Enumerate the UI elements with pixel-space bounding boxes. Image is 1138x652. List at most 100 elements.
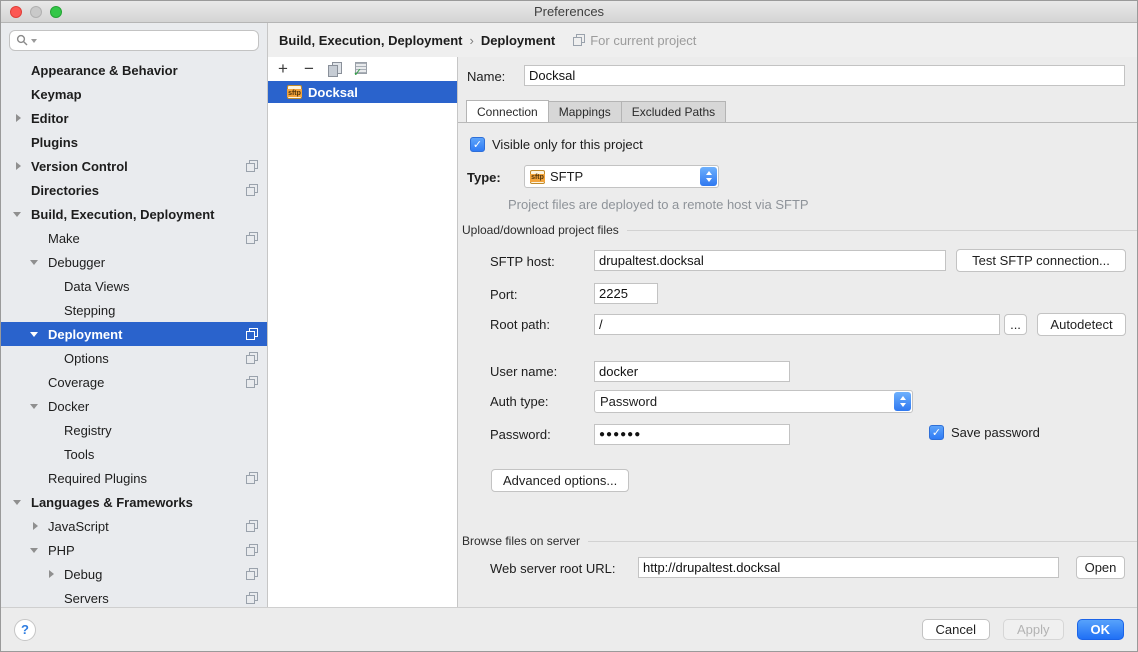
sidebar-item-directories[interactable]: Directories	[1, 178, 267, 202]
expand-arrow-down-icon[interactable]	[13, 208, 31, 221]
auth-type-value: Password	[600, 394, 657, 409]
sidebar-item-label: Docker	[48, 399, 258, 414]
server-list: Docksal	[268, 81, 457, 103]
sidebar-item-registry[interactable]: Registry	[1, 418, 267, 442]
sidebar-item-build-execution-deployment[interactable]: Build, Execution, Deployment	[1, 202, 267, 226]
save-password-checkbox[interactable]	[929, 425, 944, 440]
sidebar-item-label: Data Views	[64, 279, 258, 294]
apply-button[interactable]: Apply	[1003, 619, 1064, 640]
sidebar-item-version-control[interactable]: Version Control	[1, 154, 267, 178]
tab-connection[interactable]: Connection	[466, 100, 549, 123]
auth-type-dropdown[interactable]: Password	[594, 390, 913, 413]
zoom-window-button[interactable]	[50, 6, 62, 18]
sidebar-item-servers[interactable]: Servers	[1, 586, 267, 607]
expand-arrow-right-icon[interactable]	[13, 114, 31, 122]
per-project-settings-icon	[573, 34, 585, 46]
expand-arrow-down-icon[interactable]	[30, 328, 48, 341]
sidebar-item-keymap[interactable]: Keymap	[1, 82, 267, 106]
sidebar-item-label: Options	[64, 351, 246, 366]
sftp-host-input[interactable]	[594, 250, 946, 271]
upload-section-header: Upload/download project files	[462, 223, 1137, 237]
titlebar: Preferences	[1, 1, 1137, 23]
dropdown-stepper-icon[interactable]	[700, 167, 717, 186]
test-sftp-connection-button[interactable]: Test SFTP connection...	[956, 249, 1126, 272]
settings-search-box[interactable]	[9, 30, 259, 51]
expand-arrow-right-icon[interactable]	[30, 522, 48, 530]
per-project-settings-icon	[246, 184, 258, 196]
search-input[interactable]	[39, 34, 252, 48]
expand-arrow-down-icon[interactable]	[30, 256, 48, 269]
sidebar-item-coverage[interactable]: Coverage	[1, 370, 267, 394]
content-row: +− Docksal Name: ConnectionMappingsExclu…	[268, 57, 1137, 607]
tab-mappings[interactable]: Mappings	[549, 101, 622, 123]
sidebar-item-label: Servers	[64, 591, 246, 606]
save-password-label: Save password	[951, 425, 1040, 440]
cancel-button[interactable]: Cancel	[922, 619, 990, 640]
sidebar-item-label: Make	[48, 231, 246, 246]
expand-arrow-down-icon[interactable]	[13, 496, 31, 509]
sidebar-item-appearance-behavior[interactable]: Appearance & Behavior	[1, 58, 267, 82]
sidebar-item-deployment[interactable]: Deployment	[1, 322, 267, 346]
user-name-label: User name:	[490, 364, 557, 379]
search-filter-caret-icon[interactable]	[31, 39, 37, 43]
web-root-label: Web server root URL:	[490, 561, 615, 576]
auth-type-label: Auth type:	[490, 394, 549, 409]
sidebar-item-php[interactable]: PHP	[1, 538, 267, 562]
sidebar-item-docker[interactable]: Docker	[1, 394, 267, 418]
sidebar-item-javascript[interactable]: JavaScript	[1, 514, 267, 538]
sidebar-item-label: Deployment	[48, 327, 246, 342]
ok-button[interactable]: OK	[1077, 619, 1125, 640]
web-root-input[interactable]	[638, 557, 1059, 578]
sidebar-item-data-views[interactable]: Data Views	[1, 274, 267, 298]
remove-server-button[interactable]: −	[302, 62, 316, 76]
settings-tree: Appearance & BehaviorKeymap Editor Plugins…	[1, 58, 267, 607]
sidebar-item-required-plugins[interactable]: Required Plugins	[1, 466, 267, 490]
scope-label: For current project	[590, 33, 696, 48]
user-name-input[interactable]	[594, 361, 790, 382]
expand-arrow-down-icon[interactable]	[30, 544, 48, 557]
root-path-input[interactable]	[594, 314, 1000, 335]
server-list-panel: +− Docksal	[268, 57, 458, 607]
sidebar-item-plugins[interactable]: Plugins	[1, 130, 267, 154]
port-label: Port:	[490, 287, 517, 302]
sidebar-item-debug[interactable]: Debug	[1, 562, 267, 586]
autodetect-button[interactable]: Autodetect	[1037, 313, 1126, 336]
copy-server-button[interactable]	[328, 62, 342, 76]
sidebar-item-tools[interactable]: Tools	[1, 442, 267, 466]
per-project-settings-icon	[246, 232, 258, 244]
sidebar-item-make[interactable]: Make	[1, 226, 267, 250]
window-title: Preferences	[1, 4, 1137, 19]
add-server-button[interactable]: +	[276, 62, 290, 76]
use-as-default-button[interactable]	[354, 62, 368, 76]
section-divider	[588, 541, 1137, 542]
sidebar-item-label: Registry	[64, 423, 258, 438]
dropdown-stepper-icon[interactable]	[894, 392, 911, 411]
main-area: Appearance & BehaviorKeymap Editor Plugins…	[1, 23, 1137, 607]
sidebar-item-label: Editor	[31, 111, 258, 126]
visible-only-checkbox[interactable]	[470, 137, 485, 152]
type-dropdown[interactable]: SFTP	[524, 165, 719, 188]
sidebar-item-debugger[interactable]: Debugger	[1, 250, 267, 274]
password-input[interactable]	[594, 424, 790, 445]
expand-arrow-right-icon[interactable]	[13, 162, 31, 170]
advanced-options-button[interactable]: Advanced options...	[491, 469, 629, 492]
open-button[interactable]: Open	[1076, 556, 1125, 579]
root-path-browse-button[interactable]: ...	[1004, 314, 1027, 335]
tab-excluded-paths[interactable]: Excluded Paths	[622, 101, 726, 123]
sidebar-item-editor[interactable]: Editor	[1, 106, 267, 130]
expand-arrow-right-icon[interactable]	[46, 570, 64, 578]
name-input[interactable]	[524, 65, 1125, 86]
expand-arrow-down-icon[interactable]	[30, 400, 48, 413]
server-item-docksal[interactable]: Docksal	[268, 81, 457, 103]
close-window-button[interactable]	[10, 6, 22, 18]
breadcrumb-parent[interactable]: Build, Execution, Deployment	[279, 33, 462, 48]
per-project-settings-icon	[246, 568, 258, 580]
browse-section-header: Browse files on server	[462, 534, 1137, 548]
sidebar-item-stepping[interactable]: Stepping	[1, 298, 267, 322]
sidebar-item-options[interactable]: Options	[1, 346, 267, 370]
help-button[interactable]: ?	[14, 619, 36, 641]
port-input[interactable]	[594, 283, 658, 304]
tab-label: Mappings	[559, 105, 611, 119]
per-project-settings-icon	[246, 472, 258, 484]
sidebar-item-languages-frameworks[interactable]: Languages & Frameworks	[1, 490, 267, 514]
